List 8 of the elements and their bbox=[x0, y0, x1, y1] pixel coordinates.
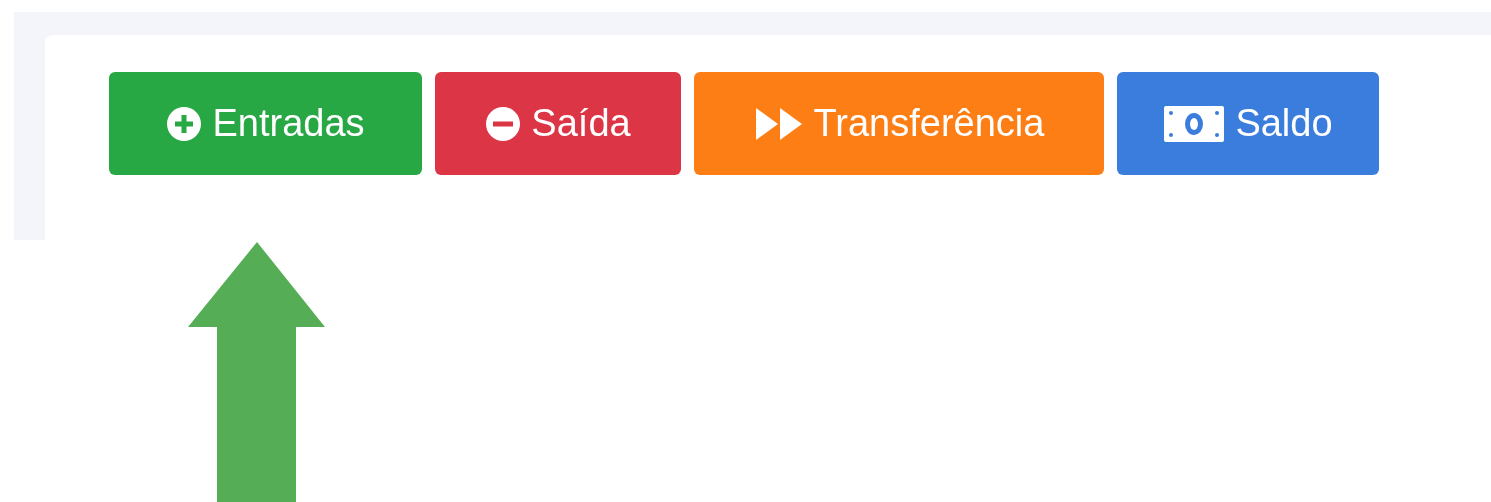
banknote-icon bbox=[1163, 104, 1226, 143]
action-button[interactable]: Saldo bbox=[1117, 72, 1379, 175]
action-button[interactable]: Transferência bbox=[694, 72, 1104, 175]
minus-circle-icon bbox=[485, 105, 522, 142]
action-button[interactable]: Entradas bbox=[109, 72, 422, 175]
action-button[interactable]: Saída bbox=[435, 72, 681, 175]
plus-circle-icon bbox=[166, 105, 203, 142]
fast-forward-icon bbox=[753, 105, 804, 142]
